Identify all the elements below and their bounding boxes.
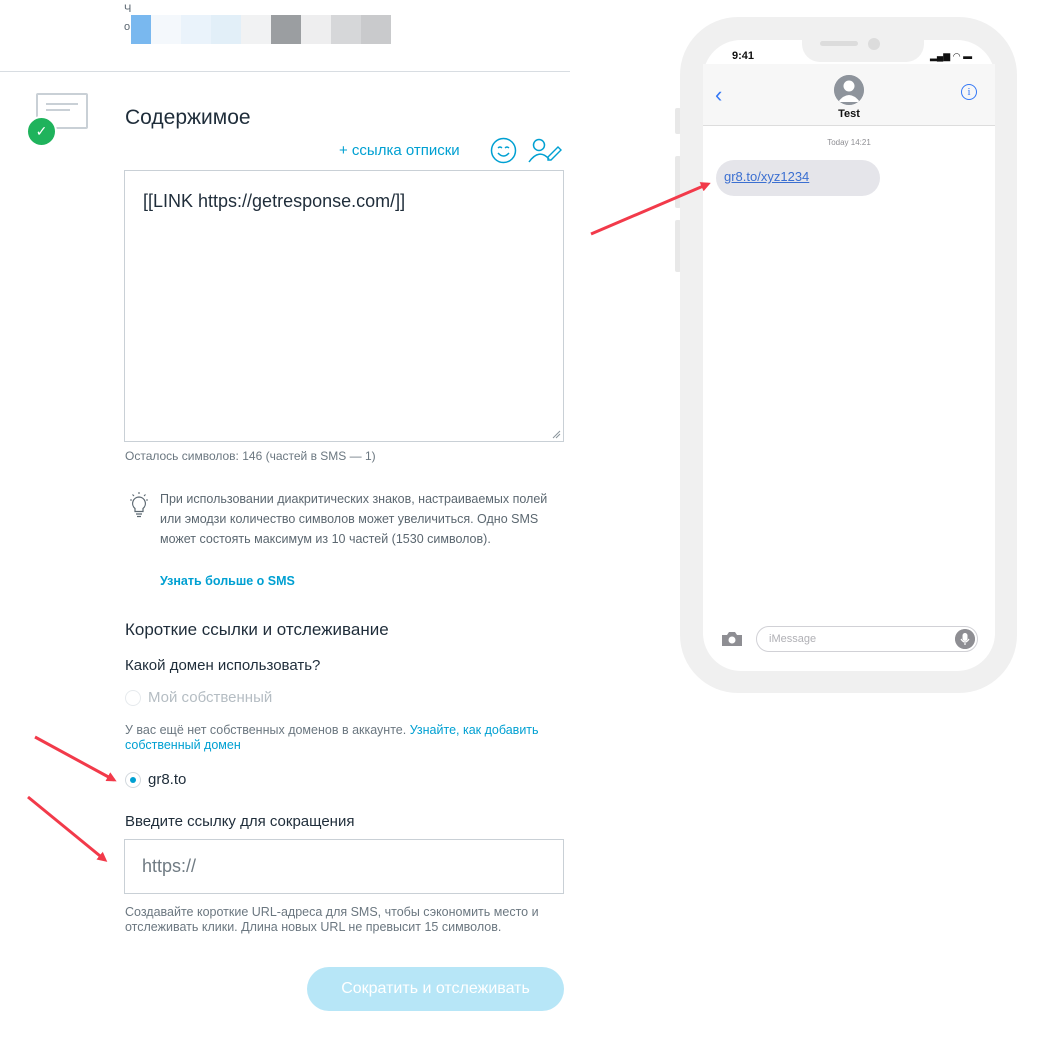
top-letter-2: о [124, 21, 131, 33]
color-swatch [331, 15, 361, 44]
color-swatch [361, 15, 391, 44]
message-textarea[interactable]: [[LINK https://getresponse.com/]] [124, 170, 564, 442]
color-swatch [131, 15, 151, 44]
unsubscribe-link[interactable]: + ссылка отписки [339, 142, 460, 159]
message-text: [[LINK https://getresponse.com/]] [143, 191, 406, 211]
shorten-and-track-button[interactable]: Сократить и отслеживать [307, 967, 564, 1011]
own-domain-radio[interactable] [125, 690, 141, 706]
no-domain-text: У вас ещё нет собственных доменов в акка… [125, 723, 407, 737]
own-domain-label: Мой собственный [148, 689, 273, 706]
short-url-info: Создавайте короткие URL-адреса для SMS, … [125, 905, 539, 934]
back-chevron-icon[interactable]: ‹ [715, 82, 722, 108]
phone-speaker [820, 41, 858, 46]
color-swatch [151, 15, 181, 44]
phone-screen [703, 40, 995, 671]
no-domain-notice: У вас ещё нет собственных доменов в акка… [125, 723, 545, 753]
learn-more-sms-link[interactable]: Узнать больше о SMS [160, 574, 295, 588]
emoji-icon[interactable] [490, 137, 517, 164]
personalize-field-icon[interactable] [528, 137, 562, 164]
content-title: Содержимое [125, 106, 251, 129]
gr8-domain-radio[interactable] [125, 772, 141, 788]
lightbulb-icon [130, 492, 148, 518]
top-letter-1: Ч [124, 3, 132, 15]
color-swatch [301, 15, 331, 44]
short-link-in-message[interactable]: gr8.to/xyz1234 [724, 169, 809, 184]
info-icon[interactable]: i [961, 84, 977, 100]
arrow-to-url-input [27, 795, 108, 862]
hint-text: При использовании диакритических знаков,… [160, 492, 548, 546]
shorten-url-label: Введите ссылку для сокращения [125, 813, 355, 830]
color-swatch [271, 15, 301, 44]
color-swatch [241, 15, 271, 44]
camera-icon[interactable] [721, 631, 743, 647]
contact-avatar [834, 75, 864, 105]
shorten-url-input[interactable] [124, 839, 564, 894]
color-swatch [211, 15, 241, 44]
imessage-input[interactable]: iMessage [756, 626, 978, 652]
microphone-icon[interactable] [955, 629, 975, 649]
gr8-domain-label: gr8.to [148, 771, 187, 788]
status-time: 9:41 [732, 50, 755, 62]
arrow-to-gr8-radio [34, 735, 117, 782]
resize-handle-icon[interactable] [552, 430, 561, 439]
characters-left: Осталось символов: 146 (частей в SMS — 1… [125, 449, 376, 463]
check-icon: ✓ [26, 116, 57, 147]
short-links-title: Короткие ссылки и отслеживание [125, 620, 389, 639]
phone-front-camera [868, 38, 880, 50]
message-date: Today 14:21 [827, 138, 871, 147]
contact-name: Test [838, 108, 860, 120]
status-icons: ▂▄▆ ◠ ▬ [930, 51, 973, 61]
section-divider [0, 71, 570, 72]
color-swatch [181, 15, 211, 44]
domain-question: Какой домен использовать? [125, 657, 321, 674]
